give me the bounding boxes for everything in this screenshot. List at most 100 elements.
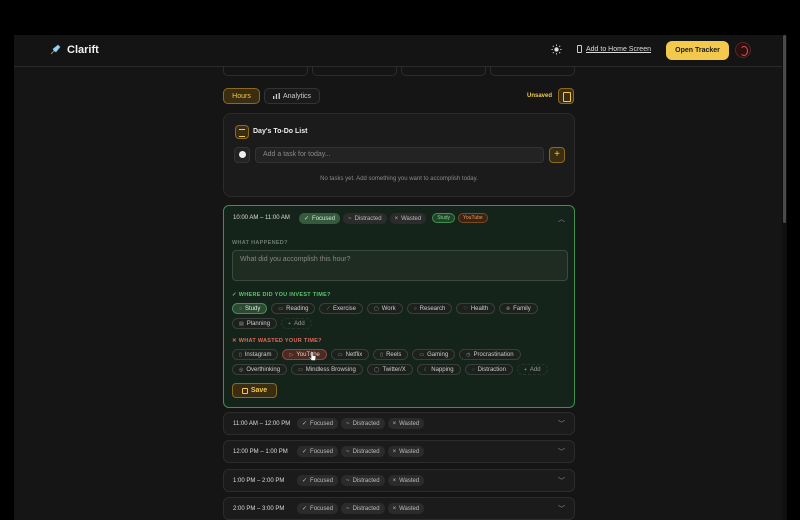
- hour-card-collapsed[interactable]: 11:00 AM – 12:00 PM ✓ Focused ~ Distracted…: [223, 412, 575, 435]
- chip-gaming[interactable]: ▭ Gaming: [412, 349, 456, 360]
- status-focused-label: Focused: [310, 448, 334, 455]
- save-hour-button[interactable]: Save: [232, 383, 277, 398]
- chip-study[interactable]: ○ Study: [232, 303, 268, 314]
- chip-netflix[interactable]: ▭ Netflix: [330, 349, 370, 360]
- hour-time: 1:00 PM – 2:00 PM: [233, 478, 285, 484]
- brand-name: Clarift: [67, 44, 99, 56]
- add-wasted-chip-button[interactable]: + Add: [516, 364, 548, 375]
- status-distracted-label: Distracted: [354, 215, 382, 222]
- status-distracted-button[interactable]: ~ Distracted: [341, 446, 385, 457]
- accomplishment-textarea[interactable]: What did you accomplish this hour?: [232, 250, 568, 281]
- status-focused-button[interactable]: ✓ Focused: [297, 418, 339, 429]
- hour-time: 10:00 AM – 11:00 AM: [233, 215, 290, 221]
- chip-youtube[interactable]: ▷ YouTube: [282, 349, 327, 360]
- expand-chevron-icon[interactable]: ﹀: [558, 447, 565, 457]
- chip-reels[interactable]: ▯ Reels: [373, 349, 409, 360]
- hour-card-collapsed[interactable]: 12:00 PM – 1:00 PM ✓ Focused ~ Distracted …: [223, 440, 575, 463]
- invest-chips: ○ Study ▭ Reading ⟋ Exercise ▢ Work ○ Researc…: [232, 303, 568, 329]
- chip-reading[interactable]: ▭ Reading: [271, 303, 316, 314]
- chip-overthinking[interactable]: ◎ Overthinking: [232, 364, 288, 375]
- logo[interactable]: Clarift: [49, 44, 99, 56]
- x-icon: ×: [392, 477, 397, 484]
- emoji-picker-button[interactable]: [234, 147, 250, 163]
- open-tracker-button[interactable]: Open Tracker: [666, 41, 729, 60]
- moon-icon: ☾: [423, 366, 429, 373]
- status-distracted-button[interactable]: ~ Distracted: [341, 503, 385, 514]
- status-selector: ✓ Focused ~ Distracted × Wasted: [297, 418, 425, 429]
- expand-chevron-icon[interactable]: ﹀: [558, 476, 565, 486]
- chip-exercise[interactable]: ⟋ Exercise: [319, 303, 363, 314]
- status-wasted-button[interactable]: × Wasted: [387, 475, 425, 486]
- theme-toggle-sun-icon[interactable]: [551, 44, 562, 55]
- chip-napping[interactable]: ☾ Napping: [416, 364, 461, 375]
- tilde-icon: ~: [346, 477, 350, 484]
- status-distracted-label: Distracted: [352, 505, 380, 512]
- expand-chevron-icon[interactable]: ﹀: [558, 419, 565, 429]
- status-focused-button[interactable]: ✓ Focused: [297, 503, 339, 514]
- status-wasted-label: Wasted: [399, 477, 420, 484]
- status-wasted-button[interactable]: × Wasted: [389, 213, 427, 224]
- unsaved-status: Unsaved: [527, 93, 553, 99]
- chip-twitter[interactable]: ◯ Twitter/X: [366, 364, 413, 375]
- status-distracted-button[interactable]: ~ Distracted: [341, 418, 385, 429]
- hour-card-collapsed[interactable]: 2:00 PM – 3:00 PM ✓ Focused ~ Distracted ×…: [223, 497, 575, 520]
- message-icon: ◯: [373, 366, 380, 373]
- chip-mindless-browsing[interactable]: ▭ Mindless Browsing: [291, 364, 363, 375]
- floppy-icon: [241, 387, 248, 394]
- chip-label: Twitter/X: [382, 366, 406, 373]
- add-task-button[interactable]: +: [549, 147, 565, 163]
- status-wasted-button[interactable]: × Wasted: [387, 503, 425, 514]
- chip-research[interactable]: ○ Research: [406, 303, 453, 314]
- status-focused-label: Focused: [312, 215, 336, 222]
- chip-label: Reading: [286, 305, 309, 312]
- tilde-icon: ~: [348, 215, 352, 222]
- expand-chevron-icon[interactable]: ﹀: [558, 504, 565, 514]
- monitor-icon: ▭: [298, 366, 303, 373]
- status-focused-label: Focused: [310, 505, 334, 512]
- status-distracted-button[interactable]: ~ Distracted: [341, 475, 385, 486]
- plus-icon: +: [523, 366, 527, 373]
- chip-label: Add: [529, 366, 541, 373]
- chip-procrastination[interactable]: ◷ Procrastination: [459, 349, 521, 360]
- summary-card: [312, 67, 397, 76]
- gamepad-icon: ▭: [419, 351, 425, 358]
- tab-analytics[interactable]: Analytics: [264, 88, 320, 104]
- chip-label: Health: [470, 305, 489, 312]
- status-focused-button[interactable]: ✓ Focused: [297, 446, 339, 457]
- status-wasted-button[interactable]: × Wasted: [387, 446, 425, 457]
- save-document-icon[interactable]: [558, 88, 574, 104]
- task-input[interactable]: Add a task for today...: [255, 147, 544, 163]
- hour-card-expanded: 10:00 AM – 11:00 AM ✓ Focused ~ Distract…: [223, 205, 575, 408]
- pointer-cursor-icon: [309, 351, 317, 361]
- add-to-home-screen-link[interactable]: Add to Home Screen: [577, 45, 651, 53]
- tag-study: Study: [432, 213, 456, 223]
- avatar[interactable]: [735, 42, 751, 58]
- check-icon: ✓: [302, 421, 308, 427]
- scrollbar-thumb[interactable]: [783, 35, 786, 223]
- chip-work[interactable]: ▢ Work: [367, 303, 403, 314]
- chip-label: Procrastination: [473, 351, 514, 358]
- chip-planning[interactable]: ▤ Planning: [232, 318, 278, 329]
- hour-time: 2:00 PM – 3:00 PM: [233, 506, 285, 512]
- status-focused-button[interactable]: ✓ Focused: [299, 213, 341, 224]
- play-icon: ▷: [289, 351, 294, 358]
- add-invest-chip-button[interactable]: + Add: [281, 318, 312, 329]
- app-window: Clarift Add to Home Screen Open Tracker …: [14, 35, 787, 520]
- check-icon: ✓: [302, 506, 308, 512]
- hour-time: 11:00 AM – 12:00 PM: [233, 421, 291, 427]
- invest-label: ✓ WHERE DID YOU INVEST TIME?: [232, 292, 331, 298]
- hour-card-collapsed[interactable]: 1:00 PM – 2:00 PM ✓ Focused ~ Distracted ×…: [223, 469, 575, 492]
- status-focused-button[interactable]: ✓ Focused: [297, 475, 339, 486]
- chip-icon: ○: [239, 305, 243, 312]
- tab-hours[interactable]: Hours: [223, 88, 260, 104]
- briefcase-icon: ▢: [374, 305, 379, 312]
- status-wasted-button[interactable]: × Wasted: [387, 418, 425, 429]
- chip-instagram[interactable]: ▯ Instagram: [232, 349, 279, 360]
- x-icon: ×: [394, 215, 399, 222]
- status-distracted-button[interactable]: ~ Distracted: [343, 213, 387, 224]
- chip-distraction[interactable]: ◌ Distraction: [464, 364, 513, 375]
- chip-label: Study: [245, 305, 261, 312]
- chip-family[interactable]: ꔮ Family: [499, 303, 538, 314]
- chip-health[interactable]: ♡ Health: [456, 303, 496, 314]
- collapse-chevron-icon[interactable]: ︿: [558, 214, 565, 224]
